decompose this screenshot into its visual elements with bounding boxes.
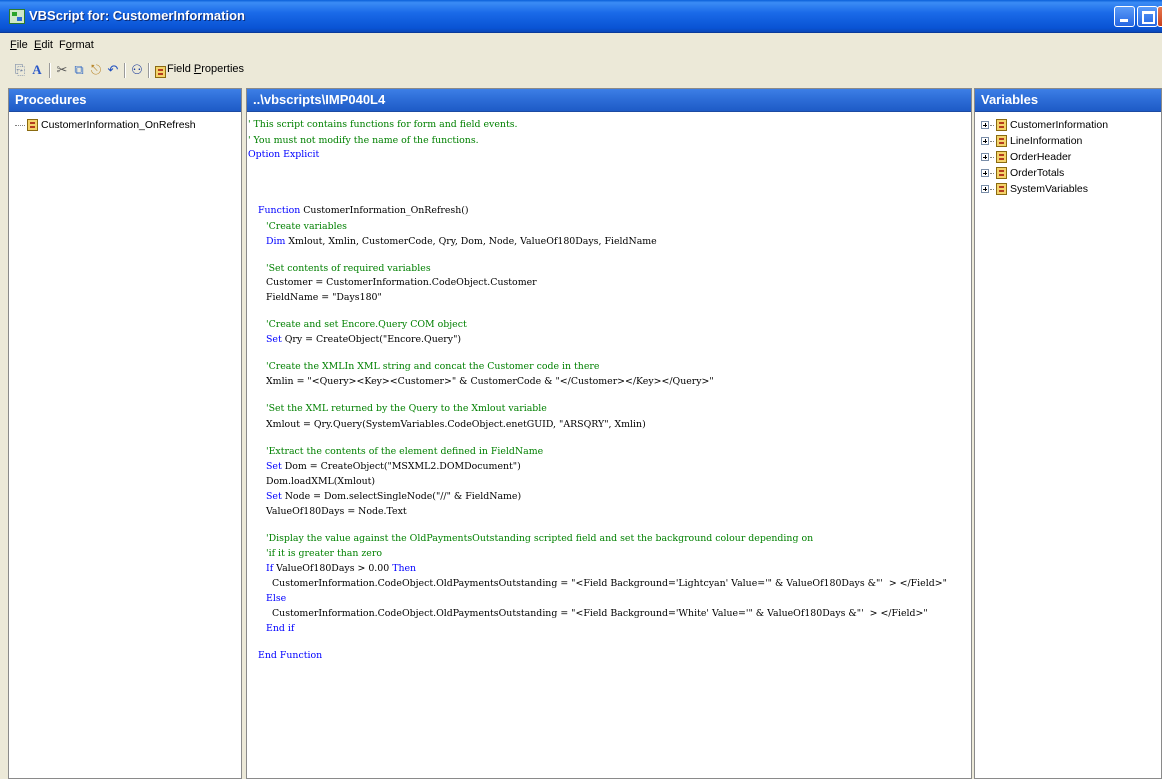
script-icon <box>996 151 1007 164</box>
window-title: VBScript for: CustomerInformation <box>29 8 245 23</box>
code-line: End if <box>266 623 295 634</box>
variable-label: SystemVariables <box>1010 183 1089 195</box>
code-line: 'Set the XML returned by the Query to th… <box>266 403 547 414</box>
code-line: Else <box>266 593 287 604</box>
code-line: ValueOf180Days = Node.Text <box>266 506 407 517</box>
code-line: 'Create variables <box>266 221 347 232</box>
procedure-label: CustomerInformation_OnRefresh <box>41 119 196 131</box>
code-line: Dom.loadXML(Xmlout) <box>266 476 376 487</box>
toolbar-separator <box>124 63 126 78</box>
code-line: ' This script contains functions for for… <box>248 119 518 130</box>
variable-label: OrderHeader <box>1010 151 1072 163</box>
expand-icon[interactable] <box>981 185 989 194</box>
code-line: 'if it is greater than zero <box>266 548 382 559</box>
expand-icon[interactable] <box>981 169 989 178</box>
code-line: 'Create the XMLIn XML string and concat … <box>266 361 600 372</box>
menu-bar: File Edit Format <box>0 37 1162 55</box>
tree-connector <box>15 124 25 126</box>
undo-icon[interactable]: ↶ <box>106 63 120 77</box>
maximize-button[interactable] <box>1137 6 1158 27</box>
script-icon <box>996 167 1007 180</box>
find-icon[interactable]: ⚇ <box>130 63 144 77</box>
code-line: Set Qry = CreateObject("Encore.Query") <box>266 334 462 345</box>
expand-icon[interactable] <box>981 121 989 130</box>
variable-label: CustomerInformation <box>1010 119 1109 131</box>
variable-item-systemvariables[interactable]: SystemVariables <box>981 181 1088 197</box>
code-line: 'Extract the contents of the element def… <box>266 446 544 457</box>
title-bar[interactable]: VBScript for: CustomerInformation <box>0 0 1162 33</box>
tree-connector <box>990 172 994 174</box>
paste-icon[interactable]: ⎋ <box>89 63 103 77</box>
expand-icon[interactable] <box>981 153 989 162</box>
expand-icon[interactable] <box>981 137 989 146</box>
code-line: 'Display the value against the OldPaymen… <box>266 533 814 544</box>
menu-edit[interactable]: Edit <box>34 39 53 51</box>
code-line: FieldName = "Days180" <box>266 292 382 303</box>
cut-icon[interactable]: ✂ <box>55 63 69 77</box>
menu-format[interactable]: Format <box>59 39 94 51</box>
toolbar: ⎘ A ✂ ⧉ ⎋ ↶ ⚇ Field Properties <box>0 58 1162 82</box>
code-line: Set Dom = CreateObject("MSXML2.DOMDocume… <box>266 461 521 472</box>
code-line: CustomerInformation.CodeObject.OldPaymen… <box>272 578 947 589</box>
field-properties-icon <box>153 64 167 78</box>
code-editor[interactable]: ' This script contains functions for for… <box>246 111 970 771</box>
procedures-pane: Procedures CustomerInformation_OnRefresh <box>8 88 242 779</box>
code-line: End Function <box>258 650 323 661</box>
procedure-item[interactable]: CustomerInformation_OnRefresh <box>15 117 196 133</box>
tree-connector <box>990 188 994 190</box>
menu-file[interactable]: File <box>10 39 28 51</box>
tree-connector <box>990 156 994 158</box>
code-line: Customer = CustomerInformation.CodeObjec… <box>266 277 537 288</box>
tree-connector <box>990 124 994 126</box>
code-line: Option Explicit <box>248 149 320 160</box>
code-line: Dim Xmlout, Xmlin, CustomerCode, Qry, Do… <box>266 236 657 247</box>
code-line: Xmlout = Qry.Query(SystemVariables.CodeO… <box>266 419 646 430</box>
script-icon <box>996 119 1007 132</box>
toolbar-separator <box>148 63 150 78</box>
close-button[interactable] <box>1157 6 1162 27</box>
print-icon[interactable]: ⎘ <box>13 63 27 77</box>
code-line: Function CustomerInformation_OnRefresh() <box>258 205 469 216</box>
script-icon <box>996 135 1007 148</box>
minimize-button[interactable] <box>1114 6 1135 27</box>
script-icon <box>996 183 1007 196</box>
variable-label: LineInformation <box>1010 135 1083 147</box>
app-icon <box>9 9 25 24</box>
font-icon[interactable]: A <box>30 63 44 77</box>
variable-item-customerinformation[interactable]: CustomerInformation <box>981 117 1108 133</box>
tree-connector <box>990 140 994 142</box>
code-line: Xmlin = "<Query><Key><Customer>" & Custo… <box>266 376 714 387</box>
script-icon <box>27 119 38 132</box>
variables-pane: Variables CustomerInformation LineInform… <box>974 88 1162 779</box>
code-line: 'Set contents of required variables <box>266 263 431 274</box>
toolbar-separator <box>49 63 51 78</box>
copy-icon[interactable]: ⧉ <box>72 63 86 77</box>
variable-label: OrderTotals <box>1010 167 1065 179</box>
field-properties-button[interactable]: Field Properties <box>167 63 244 75</box>
variables-header: Variables <box>975 89 1161 112</box>
variable-item-orderheader[interactable]: OrderHeader <box>981 149 1071 165</box>
code-line: ' You must not modify the name of the fu… <box>248 135 479 146</box>
code-line: 'Create and set Encore.Query COM object <box>266 319 467 330</box>
editor-header: ..\vbscripts\IMP040L4 <box>247 89 971 112</box>
procedures-header: Procedures <box>9 89 241 112</box>
variable-item-lineinformation[interactable]: LineInformation <box>981 133 1082 149</box>
code-line: Set Node = Dom.selectSingleNode("//" & F… <box>266 491 522 502</box>
variable-item-ordertotals[interactable]: OrderTotals <box>981 165 1064 181</box>
code-line: CustomerInformation.CodeObject.OldPaymen… <box>272 608 928 619</box>
code-line: If ValueOf180Days > 0.00 Then <box>266 563 417 574</box>
